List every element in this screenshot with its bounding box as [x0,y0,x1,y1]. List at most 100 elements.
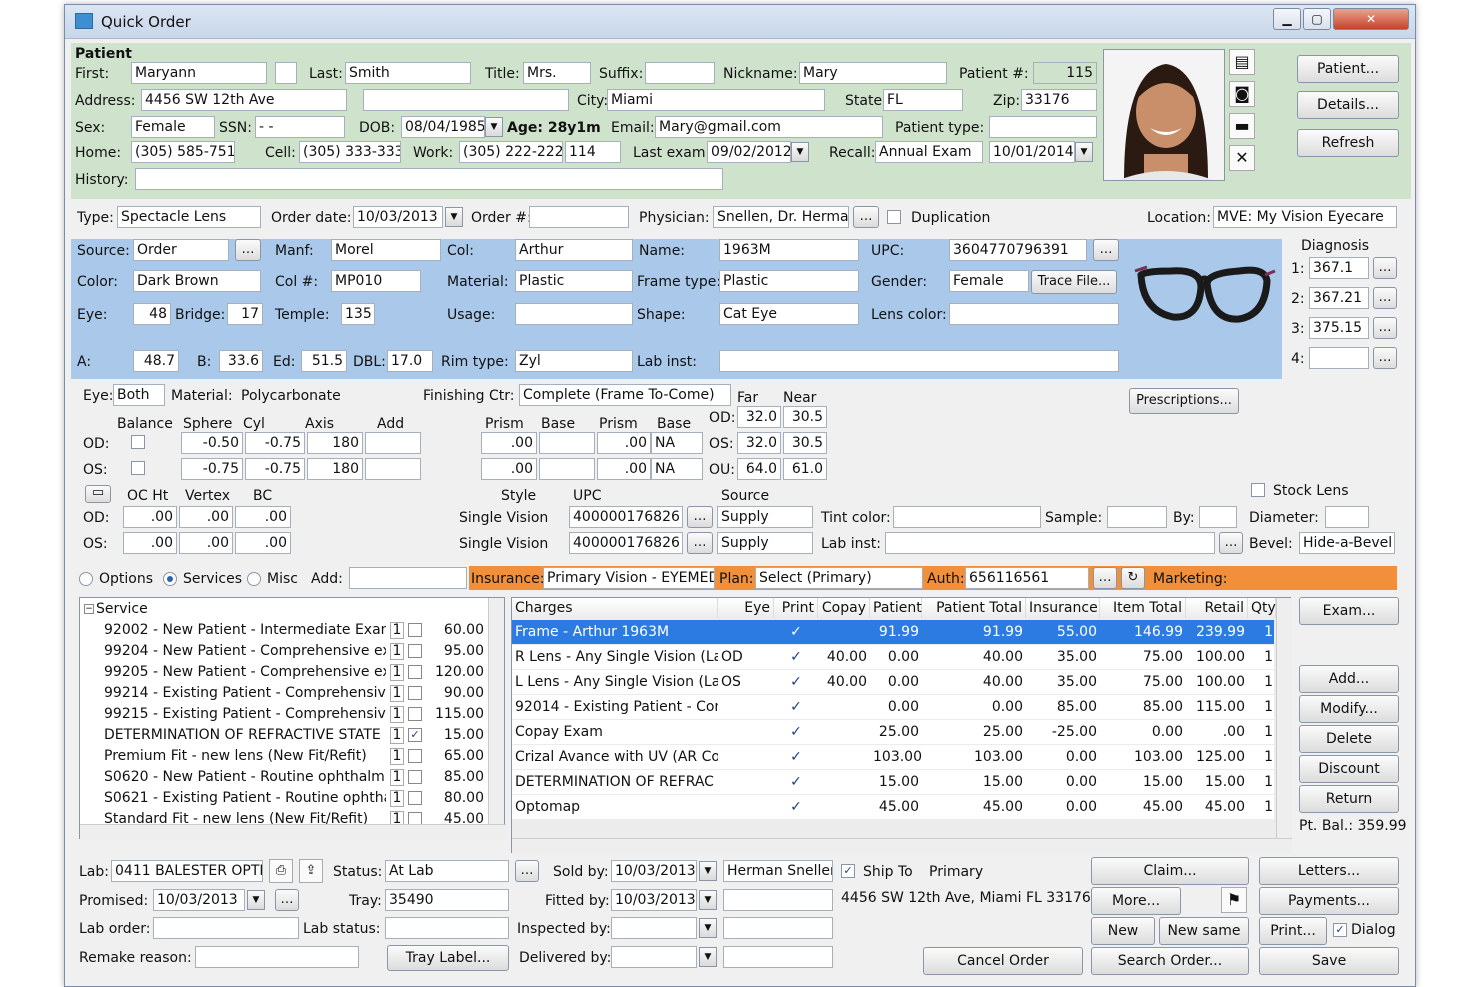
service-row[interactable]: 92002 - New Patient - Intermediate Exam 1… [80,620,504,641]
work-ext-field[interactable]: 114 [565,141,621,163]
os-cyl-field[interactable]: -0.75 [245,458,305,480]
service-row[interactable]: S0620 - New Patient - Routine ophthalm 1 8… [80,767,504,788]
claim-button[interactable]: Claim... [1091,857,1249,885]
city-field[interactable]: Miami [607,89,825,111]
charge-row[interactable]: Frame - Arthur 1963M ✓ 91.99 91.99 55.00 146.… [512,620,1274,644]
recall-date-field[interactable]: 10/01/2014 [989,141,1075,163]
charge-row[interactable]: DETERMINATION OF REFRAC ✓ 15.00 15.00 0.00 15… [512,770,1274,794]
charges-column-header[interactable]: Copay [818,598,870,618]
order-number-field[interactable] [529,206,629,228]
last-exam-field[interactable]: 09/02/2012 [707,141,791,163]
payments-button[interactable]: Payments... [1259,887,1399,915]
os-bc-field[interactable]: .00 [235,532,291,554]
frame-upc-field[interactable]: 3604770796391 [949,239,1087,261]
type-field[interactable]: Spectacle Lens [117,206,261,228]
charge-print-checkbox[interactable]: ✓ [774,695,818,719]
os-axis-field[interactable]: 180 [307,458,363,480]
tray-field[interactable]: 35490 [385,889,509,911]
sold-by-dropdown[interactable]: ▼ [699,861,717,881]
os-ocht-field[interactable]: .00 [123,532,177,554]
service-qty[interactable]: 1 [390,643,404,660]
charge-row[interactable]: L Lens - Any Single Vision (La OS ✓ 40.00 0.… [512,670,1274,694]
service-row[interactable]: 99204 - New Patient - Comprehensive ex 1 9… [80,641,504,662]
charges-column-header[interactable]: Charges [512,598,718,618]
stock-lens-checkbox[interactable] [1251,483,1265,497]
plan-field[interactable]: Select (Primary) [755,567,923,589]
insurance-field[interactable]: Primary Vision - EYEMED [543,567,715,589]
fitted-by-name-field[interactable] [723,889,833,911]
eye-size-field[interactable]: 48 [133,303,171,325]
location-field[interactable]: MVE: My Vision Eyecare [1213,206,1397,228]
details-button[interactable]: Details... [1297,91,1399,119]
collection-field[interactable]: Arthur [515,239,633,261]
ship-to-checkbox[interactable]: ✓ [841,864,855,878]
bridge-field[interactable]: 17 [227,303,263,325]
flag-icon[interactable]: ⚑ [1221,887,1247,913]
by-field[interactable] [1199,506,1237,528]
prescriptions-button[interactable]: Prescriptions... [1129,388,1239,414]
usage-field[interactable] [515,303,633,325]
marketing-field[interactable] [1233,567,1395,589]
scanner-icon[interactable]: ▤ [1229,49,1255,75]
charge-print-checkbox[interactable]: ✓ [774,770,818,794]
close-button[interactable]: ✕ [1333,8,1409,30]
frame-lab-inst-field[interactable] [719,350,1119,372]
os-near-field[interactable]: 30.5 [783,432,827,454]
lens-lab-inst-field[interactable] [885,532,1215,554]
history-field[interactable] [135,168,723,190]
new-button[interactable]: New [1091,917,1155,945]
ssn-field[interactable]: - - [255,116,345,138]
source-lookup-button[interactable]: … [235,239,261,261]
service-checkbox[interactable] [408,770,422,784]
add-service-field[interactable] [349,567,467,589]
options-radio[interactable] [79,572,93,586]
remake-reason-field[interactable] [195,946,359,968]
os-vertex-field[interactable]: .00 [179,532,233,554]
physician-field[interactable]: Snellen, Dr. Herma [713,206,849,228]
service-row[interactable]: Premium Fit - new lens (New Fit/Refit) 1 6… [80,746,504,767]
diagnosis-2-field[interactable]: 367.21 [1309,287,1369,309]
sold-by-name-field[interactable]: Herman Sneller [723,860,833,882]
os-prism-field[interactable]: .00 [481,458,537,480]
temple-field[interactable]: 135 [341,303,375,325]
od-lens-upc-lookup[interactable]: … [687,506,713,528]
service-checkbox[interactable] [408,644,422,658]
last-exam-dropdown[interactable]: ▼ [791,142,809,162]
new-same-button[interactable]: New same [1159,917,1249,945]
od-prism-field[interactable]: .00 [481,432,537,454]
service-row[interactable]: 99214 - Existing Patient - Comprehensive… [80,683,504,704]
diagnosis-4-field[interactable] [1309,347,1369,369]
promised-lookup-button[interactable]: … [275,889,299,911]
charges-column-header[interactable]: Print [774,598,818,618]
service-checkbox[interactable] [408,791,422,805]
frame-type-field[interactable]: Plastic [719,270,859,292]
od-base-field[interactable] [539,432,595,454]
bevel-field[interactable]: Hide-a-Bevel [1299,532,1395,554]
service-checkbox[interactable] [408,686,422,700]
os-base2-field[interactable]: NA [651,458,703,480]
rx-eye-field[interactable]: Both [113,384,165,406]
service-qty[interactable]: 1 [390,622,404,639]
service-row[interactable]: 99205 - New Patient - Comprehensive ex 1 1… [80,662,504,683]
service-checkbox[interactable] [408,665,422,679]
os-prism2-field[interactable]: .00 [597,458,651,480]
charges-column-header[interactable]: Qty [1248,598,1276,618]
od-balance-checkbox[interactable] [131,435,145,449]
os-balance-checkbox[interactable] [131,461,145,475]
service-qty[interactable]: 1 [390,706,404,723]
od-base2-field[interactable]: NA [651,432,703,454]
add-charge-button[interactable]: Add... [1299,665,1399,693]
diagnosis-3-field[interactable]: 375.15 [1309,317,1369,339]
b-measure-field[interactable]: 33.6 [219,350,263,372]
first-name-field[interactable]: Maryann [131,62,267,84]
delivered-by-name-field[interactable] [723,946,833,968]
od-bc-field[interactable]: .00 [235,506,291,528]
service-qty[interactable]: 1 [390,748,404,765]
status-lookup-button[interactable]: … [515,860,539,882]
od-prism2-field[interactable]: .00 [597,432,651,454]
diagnosis-1-field[interactable]: 367.1 [1309,257,1369,279]
service-checkbox[interactable] [408,749,422,763]
tint-color-field[interactable] [893,506,1041,528]
charges-grid[interactable]: Charges Eye Print Copay Patient Patient Total… [511,597,1292,854]
charges-column-header[interactable]: Item Total [1100,598,1186,618]
